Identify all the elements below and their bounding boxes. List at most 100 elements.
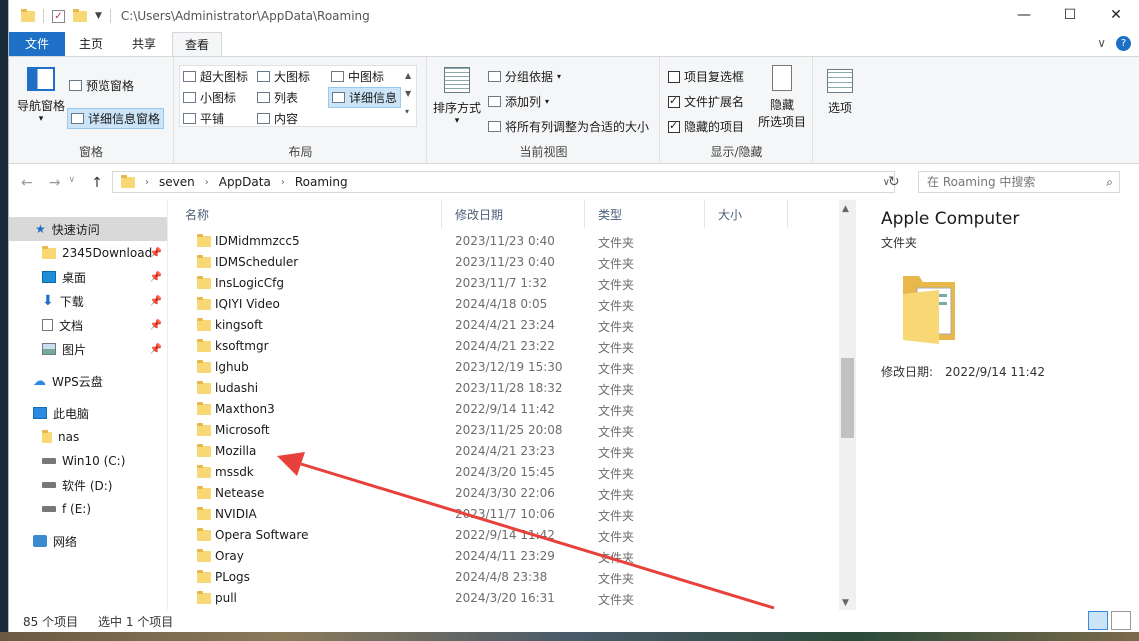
sidebar-item-documents[interactable]: 文档 📌: [9, 313, 167, 337]
breadcrumb-roaming[interactable]: Roaming: [295, 175, 348, 189]
up-arrow-icon[interactable]: ↑: [91, 175, 103, 191]
file-extensions-toggle[interactable]: 文件扩展名: [668, 93, 744, 110]
table-row[interactable]: Netease 2024/3/30 22:06 文件夹: [179, 483, 789, 504]
maximize-button[interactable]: ☐: [1047, 0, 1093, 30]
sidebar-item-network[interactable]: 网络: [9, 529, 167, 553]
window-title: C:\Users\Administrator\AppData\Roaming: [120, 9, 370, 23]
file-list-scrollbar[interactable]: ▲ ▼: [839, 200, 856, 610]
tab-home[interactable]: 主页: [66, 32, 116, 56]
nav-pane-button[interactable]: 导航窗格 ▾: [15, 67, 67, 124]
file-name: ksoftmgr: [215, 339, 269, 353]
sidebar-item-pictures[interactable]: 图片 📌: [9, 337, 167, 361]
layout-list[interactable]: 列表: [257, 89, 298, 106]
desktop-edge: [0, 0, 8, 632]
layout-extra-large-icons[interactable]: 超大图标: [183, 68, 248, 85]
sidebar-item-drive-d[interactable]: 软件 (D:): [9, 473, 167, 497]
file-name: Oray: [215, 549, 244, 563]
table-row[interactable]: kingsoft 2024/4/21 23:24 文件夹: [179, 315, 789, 336]
search-input[interactable]: 在 Roaming 中搜索 ⌕: [918, 171, 1120, 193]
sidebar-item-this-pc[interactable]: 此电脑: [9, 401, 167, 425]
table-row[interactable]: InsLogicCfg 2023/11/7 1:32 文件夹: [179, 273, 789, 294]
layout-medium-icons[interactable]: 中图标: [331, 68, 384, 85]
back-arrow-icon[interactable]: ←: [21, 175, 33, 191]
table-row[interactable]: Opera Software 2022/9/14 11:42 文件夹: [179, 525, 789, 546]
sidebar-item-drive-e[interactable]: f (E:): [9, 497, 167, 521]
folder-icon: [197, 234, 211, 247]
folder-icon: [42, 245, 56, 259]
options-button[interactable]: 选项: [820, 69, 860, 116]
layout-details[interactable]: 详细信息: [328, 87, 402, 108]
refresh-icon[interactable]: ↻: [888, 174, 900, 190]
hide-selected-button[interactable]: 隐藏 所选项目: [755, 65, 809, 130]
desktop-background: [0, 632, 1139, 641]
pin-icon: 📌: [149, 295, 162, 307]
table-row[interactable]: ludashi 2023/11/28 18:32 文件夹: [179, 378, 789, 399]
new-folder-icon[interactable]: [73, 8, 87, 22]
layout-content[interactable]: 内容: [257, 110, 298, 127]
table-row[interactable]: pull 2024/3/20 16:31 文件夹: [179, 588, 789, 609]
sidebar-item-quick-access[interactable]: ★ 快速访问: [9, 217, 167, 241]
tab-view[interactable]: 查看: [172, 32, 222, 57]
large-icons-view-icon[interactable]: [1111, 611, 1131, 630]
column-name[interactable]: 名称: [185, 206, 209, 223]
details-view-icon[interactable]: [1088, 611, 1108, 630]
pin-icon: 📌: [149, 319, 162, 331]
table-row[interactable]: ksoftmgr 2024/4/21 23:22 文件夹: [179, 336, 789, 357]
file-type: 文件夹: [598, 467, 635, 481]
preview-pane-button[interactable]: 预览窗格: [69, 77, 134, 94]
layout-large-icons[interactable]: 大图标: [257, 68, 310, 85]
sidebar-item-downloads[interactable]: ⬇ 下载 📌: [9, 289, 167, 313]
close-button[interactable]: ✕: [1093, 0, 1139, 30]
sort-by-button[interactable]: 排序方式 ▾: [430, 67, 484, 126]
breadcrumb-appdata[interactable]: AppData: [219, 175, 271, 189]
table-row[interactable]: Oray 2024/4/11 23:29 文件夹: [179, 546, 789, 567]
minimize-button[interactable]: —: [1001, 0, 1047, 30]
table-row[interactable]: IQIYI Video 2024/4/18 0:05 文件夹: [179, 294, 789, 315]
properties-icon[interactable]: ✓: [52, 9, 65, 23]
recent-locations-icon[interactable]: ∨: [68, 175, 75, 191]
sidebar-item-desktop[interactable]: 桌面 📌: [9, 265, 167, 289]
table-row[interactable]: Microsoft 2023/11/25 20:08 文件夹: [179, 420, 789, 441]
drive-icon: [42, 506, 56, 512]
drive-icon: [42, 482, 56, 488]
sidebar-item-drive-c[interactable]: Win10 (C:): [9, 449, 167, 473]
item-checkboxes-toggle[interactable]: 项目复选框: [668, 68, 744, 85]
forward-arrow-icon[interactable]: →: [49, 175, 61, 191]
sidebar-item-2345download[interactable]: 2345Download 📌: [9, 241, 167, 265]
sidebar-item-nas[interactable]: nas: [9, 425, 167, 449]
scroll-down-icon[interactable]: ▼: [842, 598, 849, 608]
column-date[interactable]: 修改日期: [455, 206, 503, 223]
file-type: 文件夹: [598, 320, 635, 334]
column-header: 名称 ⌃ 修改日期 类型 大小: [179, 200, 844, 228]
collapse-ribbon-icon[interactable]: ∨: [1097, 36, 1106, 51]
layout-scroll[interactable]: ▲ ▼ ▾: [405, 67, 411, 121]
column-size[interactable]: 大小: [718, 206, 742, 223]
layout-tiles[interactable]: 平铺: [183, 110, 224, 127]
sidebar-item-wps[interactable]: ☁ WPS云盘: [9, 369, 167, 393]
layout-small-icons[interactable]: 小图标: [183, 89, 236, 106]
table-row[interactable]: mssdk 2024/3/20 15:45 文件夹: [179, 462, 789, 483]
folder-icon: [197, 255, 211, 268]
table-row[interactable]: IDMScheduler 2023/11/23 0:40 文件夹: [179, 252, 789, 273]
add-columns-button[interactable]: 添加列 ▾: [488, 93, 549, 110]
help-icon[interactable]: ?: [1116, 36, 1131, 51]
hidden-items-toggle[interactable]: 隐藏的项目: [668, 118, 744, 135]
table-row[interactable]: Maxthon3 2022/9/14 11:42 文件夹: [179, 399, 789, 420]
size-all-columns-button[interactable]: 将所有列调整为合适的大小: [488, 118, 649, 135]
table-row[interactable]: NVIDIA 2023/11/7 10:06 文件夹: [179, 504, 789, 525]
table-row[interactable]: PLogs 2024/4/8 23:38 文件夹: [179, 567, 789, 588]
breadcrumb-seven[interactable]: seven: [159, 175, 195, 189]
chevron-down-icon[interactable]: ▼: [95, 11, 102, 21]
details-pane-button[interactable]: 详细信息窗格: [67, 108, 165, 129]
table-row[interactable]: Mozilla 2024/4/21 23:23 文件夹: [179, 441, 789, 462]
table-row[interactable]: lghub 2023/12/19 15:30 文件夹: [179, 357, 789, 378]
table-row[interactable]: IDMidmmzcc5 2023/11/23 0:40 文件夹: [179, 231, 789, 252]
address-bar[interactable]: › seven › AppData › Roaming ∨: [112, 171, 895, 193]
tab-file[interactable]: 文件: [9, 32, 65, 56]
file-date: 2024/4/11 23:29: [455, 549, 555, 563]
scrollbar-thumb[interactable]: [841, 358, 854, 438]
column-type[interactable]: 类型: [598, 206, 622, 223]
tab-share[interactable]: 共享: [117, 32, 171, 56]
scroll-up-icon[interactable]: ▲: [842, 204, 849, 214]
group-by-button[interactable]: 分组依据 ▾: [488, 68, 561, 85]
